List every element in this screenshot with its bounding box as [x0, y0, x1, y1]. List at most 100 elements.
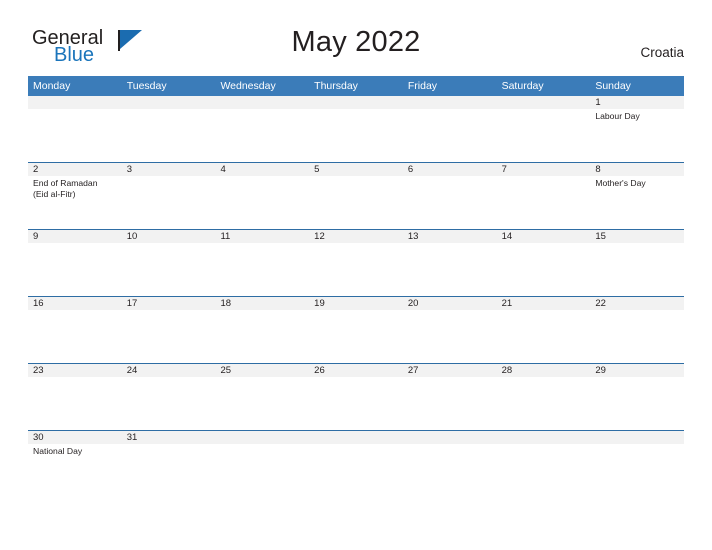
- calendar-day-cell[interactable]: 19: [309, 297, 403, 363]
- day-events: [215, 243, 309, 245]
- day-events: [28, 109, 122, 111]
- day-events: [122, 176, 216, 178]
- calendar-day-cell[interactable]: 23: [28, 364, 122, 430]
- weekday-header-monday: Monday: [33, 80, 71, 92]
- day-number: 25: [215, 364, 310, 377]
- calendar-day-cell[interactable]: 4: [215, 163, 310, 229]
- day-event-label: (Eid al-Fitr): [33, 189, 76, 199]
- day-events: [403, 310, 497, 312]
- day-number: 23: [28, 364, 122, 377]
- day-events: [403, 109, 497, 111]
- calendar-day-cell[interactable]: 20: [402, 297, 497, 363]
- day-number: 1: [590, 96, 685, 109]
- weekday-header-thursday: Thursday: [314, 80, 358, 92]
- day-number: 20: [402, 297, 497, 310]
- day-number: [309, 96, 403, 109]
- day-number: [496, 96, 591, 109]
- day-event-label: Mother's Day: [595, 178, 646, 188]
- calendar-day-cell[interactable]: 11: [215, 230, 310, 296]
- calendar-day-cell[interactable]: 25: [215, 364, 310, 430]
- page-title: May 2022: [291, 26, 421, 58]
- calendar-day-cell[interactable]: 9: [28, 230, 122, 296]
- calendar-day-cell[interactable]: 22: [590, 297, 685, 363]
- calendar-day-cell[interactable]: 7: [496, 163, 591, 229]
- day-number: 19: [309, 297, 403, 310]
- day-events: [403, 176, 497, 178]
- calendar-day-cell[interactable]: 14: [496, 230, 591, 296]
- day-events: [309, 109, 403, 111]
- calendar-day-cell-empty: [28, 96, 122, 162]
- day-number: 21: [496, 297, 591, 310]
- calendar-day-cell[interactable]: 27: [402, 364, 497, 430]
- day-events: [309, 444, 403, 446]
- calendar-day-cell[interactable]: 21: [496, 297, 591, 363]
- calendar-page: General Blue May 2022 Croatia Monday Tue…: [0, 0, 712, 550]
- day-events: [497, 310, 591, 312]
- calendar-day-cell[interactable]: 3: [121, 163, 216, 229]
- day-number: 15: [590, 230, 685, 243]
- calendar-day-cell[interactable]: 31: [121, 431, 216, 487]
- weekday-header-wednesday: Wednesday: [220, 80, 276, 92]
- day-number: 13: [402, 230, 497, 243]
- day-events: [309, 176, 403, 178]
- day-number: 18: [215, 297, 310, 310]
- calendar-day-cell-empty: [496, 431, 591, 487]
- day-events: End of Ramadan (Eid al-Fitr): [28, 176, 122, 200]
- weekday-header-row: Monday Tuesday Wednesday Thursday Friday…: [28, 76, 684, 96]
- calendar-day-cell[interactable]: 8 Mother's Day: [590, 163, 685, 229]
- calendar-weeks: 1 Labour Day 2 End of Ramadan (Eid al-Fitr) 3…: [28, 96, 685, 487]
- calendar-day-cell[interactable]: 30 National Day: [28, 431, 122, 487]
- calendar-day-cell[interactable]: 5: [309, 163, 403, 229]
- calendar-week-row: 9 10 11 12 13 14 15: [28, 229, 685, 296]
- calendar-week-row: 23 24 25 26 27 28 29: [28, 363, 685, 430]
- calendar-day-cell[interactable]: 17: [121, 297, 216, 363]
- calendar-day-cell[interactable]: 13: [402, 230, 497, 296]
- day-number: 9: [28, 230, 122, 243]
- day-number: 10: [121, 230, 216, 243]
- calendar-day-cell[interactable]: 24: [121, 364, 216, 430]
- calendar-day-cell-empty: [215, 96, 310, 162]
- calendar-day-cell[interactable]: 16: [28, 297, 122, 363]
- day-events: [28, 243, 122, 245]
- day-number: 27: [402, 364, 497, 377]
- day-events: [215, 377, 309, 379]
- day-events: [497, 243, 591, 245]
- calendar-day-cell-empty: [215, 431, 310, 487]
- calendar-day-cell[interactable]: 12: [309, 230, 403, 296]
- calendar-day-cell[interactable]: 10: [121, 230, 216, 296]
- calendar-day-cell[interactable]: 6: [402, 163, 497, 229]
- country-label: Croatia: [640, 45, 684, 60]
- day-number: 6: [402, 163, 497, 176]
- day-number: 17: [121, 297, 216, 310]
- calendar-day-cell[interactable]: 2 End of Ramadan (Eid al-Fitr): [28, 163, 122, 229]
- day-number: [309, 431, 403, 444]
- day-number: 16: [28, 297, 122, 310]
- day-number: 26: [309, 364, 403, 377]
- day-events: [28, 310, 122, 312]
- day-event-label: End of Ramadan: [33, 178, 98, 188]
- calendar-day-cell[interactable]: 26: [309, 364, 403, 430]
- day-events: [309, 243, 403, 245]
- day-events: [403, 243, 497, 245]
- day-events: [215, 176, 309, 178]
- day-events: [309, 310, 403, 312]
- calendar-day-cell-empty: [309, 431, 403, 487]
- calendar-day-cell[interactable]: 1 Labour Day: [590, 96, 685, 162]
- day-number: 11: [215, 230, 310, 243]
- calendar-day-cell[interactable]: 18: [215, 297, 310, 363]
- calendar-day-cell[interactable]: 29: [590, 364, 685, 430]
- day-events: [122, 377, 216, 379]
- day-events: [215, 444, 309, 446]
- day-events: [590, 377, 684, 379]
- day-number: 29: [590, 364, 685, 377]
- calendar-week-row: 16 17 18 19 20 21 22: [28, 296, 685, 363]
- day-events: [403, 444, 497, 446]
- day-number: [496, 431, 591, 444]
- day-events: [403, 377, 497, 379]
- day-number: 5: [309, 163, 403, 176]
- day-number: [121, 96, 216, 109]
- calendar-day-cell[interactable]: 15: [590, 230, 685, 296]
- calendar-day-cell[interactable]: 28: [496, 364, 591, 430]
- day-event-label: Labour Day: [595, 111, 640, 121]
- weekday-header-friday: Friday: [407, 80, 438, 92]
